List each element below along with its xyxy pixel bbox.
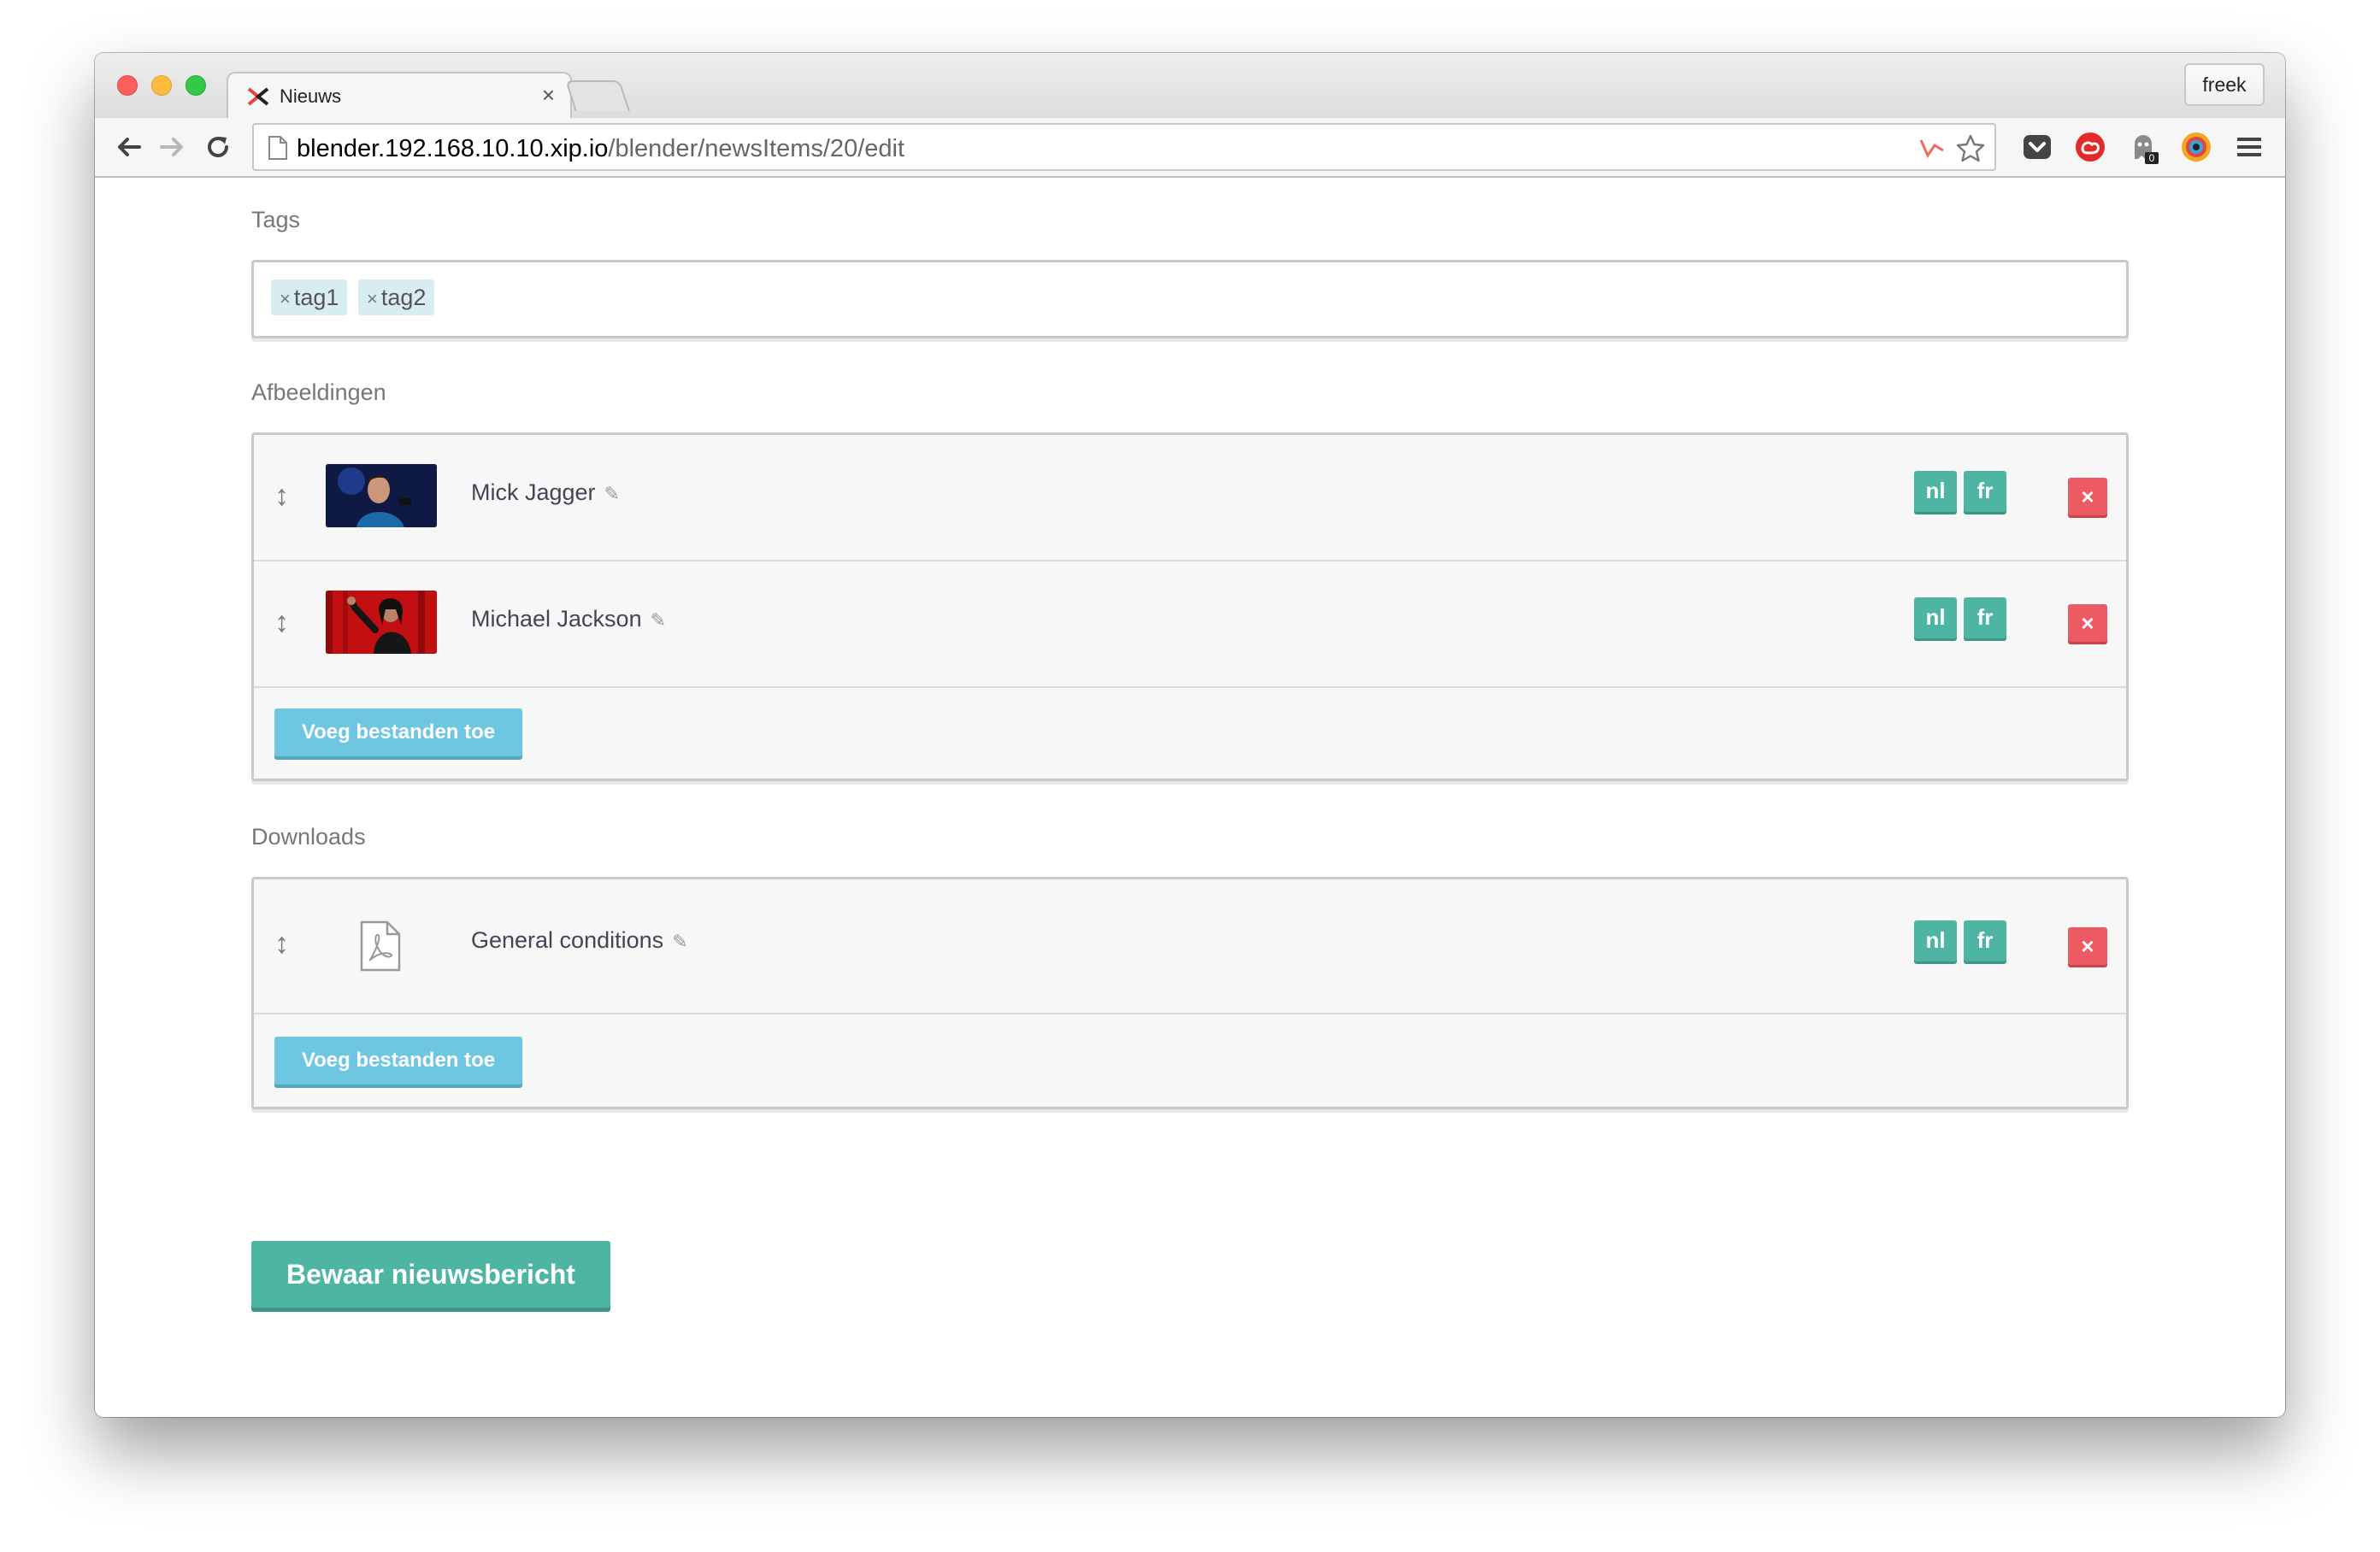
image-row: ↕ Michael Jackson ✎ nl fr ×	[254, 561, 2126, 688]
tag-remove-icon[interactable]: ×	[280, 288, 291, 309]
download-name-text: General conditions	[471, 927, 664, 953]
menu-hamburger-icon[interactable]	[2232, 130, 2266, 164]
tag-chip: × tag1	[271, 279, 348, 315]
title-bar: Nieuws × freek	[95, 53, 2285, 120]
ghostery-badge: 0	[2149, 152, 2155, 164]
tag-remove-icon[interactable]: ×	[367, 288, 378, 309]
pdf-file-icon	[360, 920, 401, 972]
tag-text: tag2	[380, 285, 427, 310]
save-news-button[interactable]: Bewaar nieuwsbericht	[251, 1241, 610, 1308]
downloads-box: ↕ General conditions ✎ nl fr × Voeg besta…	[251, 877, 2129, 1109]
drag-handle-icon[interactable]: ↕	[274, 479, 289, 513]
tags-input[interactable]: × tag1 × tag2	[251, 260, 2129, 338]
url-path: /blender/newsItems/20/edit	[608, 135, 905, 162]
edit-pencil-icon[interactable]: ✎	[651, 609, 666, 631]
drag-handle-icon[interactable]: ↕	[274, 927, 289, 961]
close-window-button[interactable]	[117, 75, 138, 96]
zoom-window-button[interactable]	[186, 75, 206, 96]
color-picker-icon[interactable]	[2179, 130, 2213, 164]
image-name[interactable]: Mick Jagger ✎	[471, 479, 620, 506]
add-files-button[interactable]: Voeg bestanden toe	[274, 708, 522, 756]
image-name-text: Michael Jackson	[471, 606, 642, 632]
lang-fr-button[interactable]: fr	[1964, 920, 2006, 961]
lang-nl-button[interactable]: nl	[1914, 597, 1957, 638]
edit-pencil-icon[interactable]: ✎	[672, 931, 687, 952]
lang-nl-button[interactable]: nl	[1914, 471, 1957, 512]
download-row: ↕ General conditions ✎ nl fr ×	[254, 879, 2126, 1014]
browser-toolbar: blender.192.168.10.10.xip.io/blender/new…	[95, 118, 2285, 178]
downloads-label: Downloads	[251, 824, 366, 849]
ghostery-icon[interactable]: 0	[2126, 130, 2160, 164]
delete-button[interactable]: ×	[2068, 604, 2107, 642]
page-icon	[268, 136, 287, 160]
image-name-text: Mick Jagger	[471, 479, 596, 505]
add-files-button[interactable]: Voeg bestanden toe	[274, 1037, 522, 1085]
image-thumbnail	[326, 464, 437, 527]
delete-button[interactable]: ×	[2068, 927, 2107, 965]
page-content: Tags × tag1 × tag2 Afbeeldingen ↕ Mick J…	[95, 178, 2285, 1417]
browser-window: Nieuws × freek blender.192.168.10.10.xip…	[95, 53, 2285, 1417]
image-name[interactable]: Michael Jackson ✎	[471, 606, 666, 632]
address-bar[interactable]: blender.192.168.10.10.xip.io/blender/new…	[252, 123, 1996, 171]
bookmark-star-icon[interactable]	[1955, 133, 1986, 164]
tag-text: tag1	[293, 285, 339, 310]
profile-button[interactable]: freek	[2184, 63, 2265, 106]
images-label: Afbeeldingen	[251, 379, 386, 405]
reload-icon[interactable]	[201, 130, 235, 164]
back-arrow-icon[interactable]	[112, 130, 146, 164]
pocket-icon[interactable]	[2020, 130, 2054, 164]
tab-title: Nieuws	[280, 85, 342, 107]
laravel-icon[interactable]	[1918, 133, 1947, 162]
new-tab-button[interactable]	[565, 80, 630, 111]
url-host: blender.192.168.10.10.xip.io	[297, 135, 609, 162]
images-box: ↕ Mick Jagger ✎ nl fr × ↕ Michael Jackso…	[251, 432, 2129, 781]
browser-tab[interactable]: Nieuws ×	[227, 72, 572, 120]
tags-label: Tags	[251, 207, 301, 232]
blender-logo-icon	[247, 87, 269, 106]
image-thumbnail	[326, 591, 437, 654]
drag-handle-icon[interactable]: ↕	[274, 606, 289, 639]
download-name[interactable]: General conditions ✎	[471, 927, 688, 954]
tab-close-icon[interactable]: ×	[542, 82, 555, 109]
delete-button[interactable]: ×	[2068, 478, 2107, 515]
edit-pencil-icon[interactable]: ✎	[604, 483, 620, 504]
lang-nl-button[interactable]: nl	[1914, 920, 1957, 961]
lang-fr-button[interactable]: fr	[1964, 471, 2006, 512]
creative-cloud-icon[interactable]	[2073, 130, 2107, 164]
minimize-window-button[interactable]	[151, 75, 172, 96]
tag-chip: × tag2	[358, 279, 435, 315]
image-row: ↕ Mick Jagger ✎ nl fr ×	[254, 435, 2126, 561]
lang-fr-button[interactable]: fr	[1964, 597, 2006, 638]
url-text: blender.192.168.10.10.xip.io/blender/new…	[297, 135, 904, 163]
forward-arrow-icon[interactable]	[155, 130, 189, 164]
